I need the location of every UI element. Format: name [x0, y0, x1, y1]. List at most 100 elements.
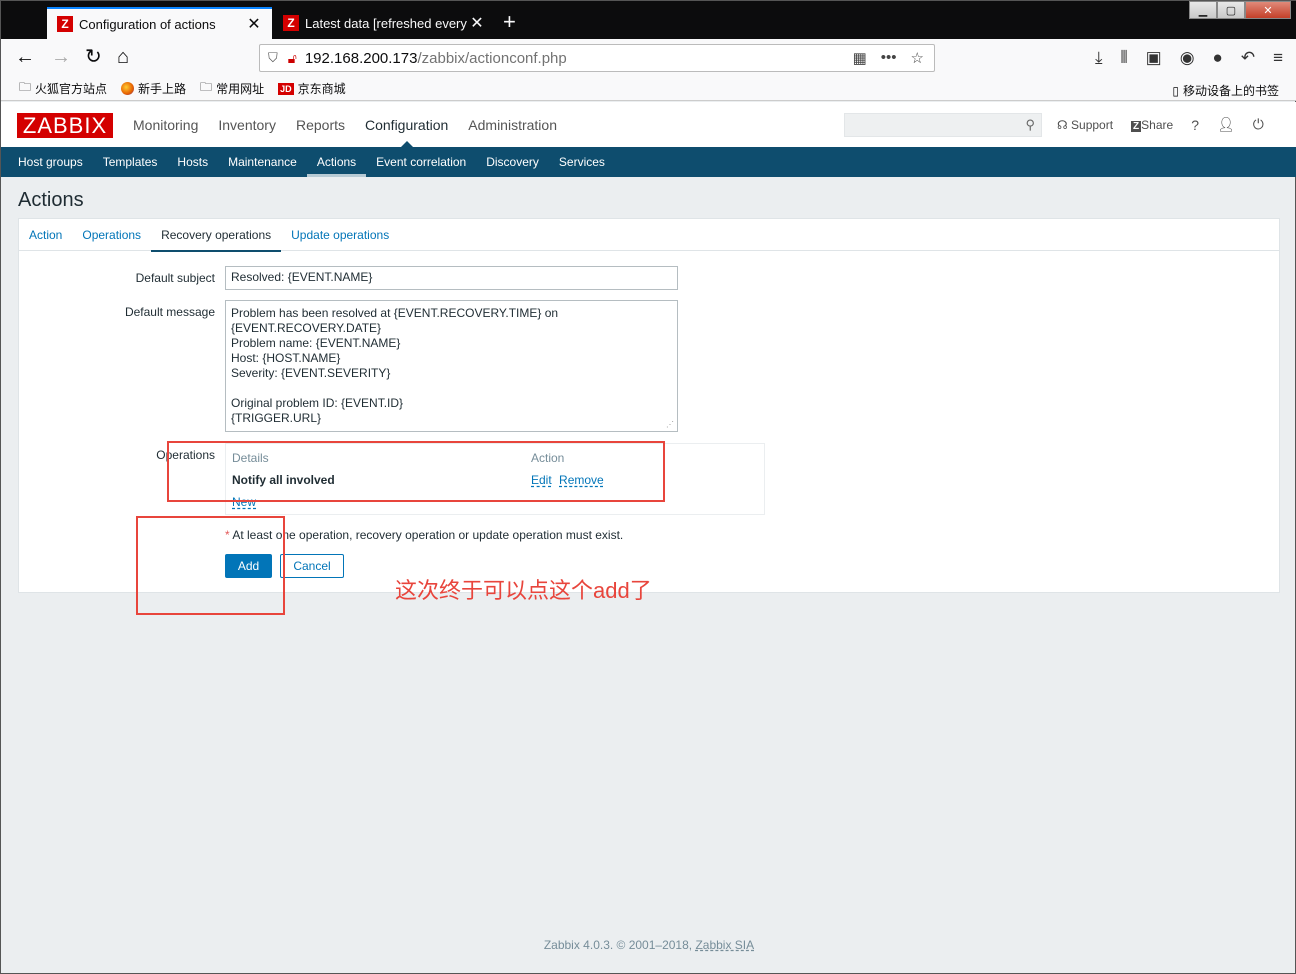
zabbix-header: ZABBIX Monitoring Inventory Reports Conf…	[1, 102, 1296, 147]
tab-title: Latest data [refreshed every	[305, 15, 467, 31]
share-link[interactable]: Z Share	[1131, 118, 1173, 132]
submenu-discovery[interactable]: Discovery	[476, 147, 549, 177]
submenu-hosts[interactable]: Hosts	[167, 147, 218, 177]
tab-action[interactable]: Action	[19, 219, 72, 251]
insecure-lock-icon[interactable]: 🔓︎	[288, 50, 297, 67]
library-icon[interactable]: ⫴	[1121, 48, 1128, 68]
bookmark-label: 移动设备上的书签	[1182, 84, 1279, 98]
bookmark-item[interactable]: 新手上路	[121, 80, 186, 97]
mobile-icon: ▯	[1172, 83, 1179, 98]
top-menu: Monitoring Inventory Reports Configurati…	[123, 102, 567, 147]
tab-operations[interactable]: Operations	[72, 219, 151, 251]
bookmark-label: 京东商城	[297, 82, 346, 96]
window-controls: ▁ ▢ ✕	[1189, 1, 1291, 19]
browser-tab-latest-data[interactable]: Z Latest data [refreshed every ✕	[273, 7, 495, 39]
bookmark-item[interactable]: 🗀 火狐官方站点	[19, 78, 107, 99]
cancel-button[interactable]: Cancel	[280, 554, 344, 578]
menu-monitoring[interactable]: Monitoring	[123, 102, 208, 147]
bookmark-label: 常用网址	[216, 82, 265, 96]
more-actions-icon[interactable]: •••	[881, 49, 897, 67]
tab-strip: Z Configuration of actions ✕ Z Latest da…	[1, 1, 1296, 39]
menu-icon[interactable]: ≡	[1273, 48, 1283, 68]
tab-update-operations[interactable]: Update operations	[281, 219, 399, 251]
home-icon[interactable]: ⌂	[117, 47, 129, 67]
submenu-host-groups[interactable]: Host groups	[8, 147, 93, 177]
user-profile-icon[interactable]: 👤︎	[1217, 116, 1235, 133]
search-icon[interactable]: ⚲	[1025, 117, 1035, 133]
bookmark-item[interactable]: 🗀 常用网址	[200, 78, 264, 99]
annotation-box-operations	[167, 441, 665, 502]
submenu-templates[interactable]: Templates	[93, 147, 168, 177]
close-icon[interactable]: ✕	[246, 14, 262, 34]
bookmark-label: 新手上路	[138, 82, 187, 96]
support-link[interactable]: ☊ Support	[1057, 118, 1113, 132]
default-message-label: Default message	[124, 305, 215, 319]
shield-icon[interactable]: ⛉	[268, 50, 278, 66]
qr-code-icon[interactable]: ▦	[853, 49, 867, 67]
jd-icon: JD	[278, 82, 294, 95]
account-icon[interactable]: ◉	[1180, 48, 1195, 68]
default-message-textarea[interactable]: Problem has been resolved at {EVENT.RECO…	[225, 300, 678, 432]
download-icon[interactable]: ⤓	[1095, 48, 1103, 68]
default-subject-input[interactable]: Resolved: {EVENT.NAME}	[225, 266, 678, 290]
undo-icon[interactable]: ↶	[1241, 48, 1255, 68]
submenu-actions[interactable]: Actions	[306, 147, 367, 177]
zabbix-favicon-icon: Z	[57, 16, 73, 32]
menu-inventory[interactable]: Inventory	[208, 102, 286, 147]
share-label: Share	[1141, 117, 1174, 132]
submenu-event-correlation[interactable]: Event correlation	[366, 147, 476, 177]
url-host: 192.168.200.173	[304, 49, 418, 67]
mobile-bookmarks[interactable]: ▯ 移动设备上的书签	[1172, 82, 1279, 99]
footer-text: Zabbix 4.0.3. © 2001–2018,	[543, 938, 696, 952]
zabbix-favicon-icon: Z	[283, 15, 299, 31]
page-title: Actions	[18, 189, 84, 211]
close-icon[interactable]: ✕	[469, 13, 485, 33]
search-input[interactable]: ⚲	[844, 113, 1042, 137]
tab-title: Configuration of actions	[79, 16, 216, 32]
minimize-icon[interactable]: ▁	[1189, 1, 1217, 19]
menu-configuration[interactable]: Configuration	[355, 102, 458, 147]
annotation-box-add	[136, 516, 285, 615]
sub-menu: Host groups Templates Hosts Maintenance …	[1, 147, 1296, 177]
footer-link[interactable]: Zabbix SIA	[695, 938, 754, 952]
bookmark-item[interactable]: JD 京东商城	[278, 80, 346, 97]
default-subject-label: Default subject	[135, 271, 215, 285]
bookmarks-bar: 🗀 火狐官方站点 新手上路 🗀 常用网址 JD 京东商城 ▯ 移动设备上的书签	[1, 77, 1296, 101]
browser-window: Z Configuration of actions ✕ Z Latest da…	[0, 0, 1296, 974]
form-tabs: Action Operations Recovery operations Up…	[19, 219, 1279, 252]
header-utilities: ☊ Support Z Share ? 👤︎ ⏻	[1057, 116, 1282, 133]
bookmark-label: 火狐官方站点	[35, 82, 108, 96]
back-arrow-icon[interactable]: ←	[15, 47, 35, 67]
support-label: Support	[1071, 117, 1114, 132]
window-close-icon[interactable]: ✕	[1245, 1, 1291, 19]
star-bookmark-icon[interactable]: ☆	[911, 49, 924, 67]
help-icon[interactable]: ?	[1191, 117, 1199, 133]
zabbix-logo[interactable]: ZABBIX	[17, 113, 113, 138]
chat-icon[interactable]: ●	[1213, 48, 1223, 68]
menu-administration[interactable]: Administration	[458, 102, 567, 147]
page-footer: Zabbix 4.0.3. © 2001–2018, Zabbix SIA	[1, 938, 1296, 952]
new-tab-plus-icon[interactable]: +	[503, 9, 516, 35]
folder-icon: 🗀	[200, 80, 213, 94]
menu-reports[interactable]: Reports	[286, 102, 355, 147]
firefox-icon	[121, 82, 135, 95]
reload-icon[interactable]: ↻	[85, 47, 102, 67]
forward-arrow-icon[interactable]: →	[51, 47, 71, 67]
sidebar-icon[interactable]: ▣	[1146, 48, 1162, 68]
folder-icon: 🗀	[19, 80, 32, 94]
url-path: /zabbix/actionconf.php	[417, 49, 567, 67]
resize-grip-icon[interactable]: ⋰	[666, 420, 674, 429]
required-note-text: At least one operation, recovery operati…	[232, 528, 624, 542]
annotation-text: 这次终于可以点这个add了	[395, 578, 652, 603]
tab-recovery-operations[interactable]: Recovery operations	[151, 219, 282, 252]
browser-tab-configuration[interactable]: Z Configuration of actions ✕	[47, 7, 272, 39]
toolbar-right: ⤓ ⫴ ▣ ◉ ● ↶ ≡	[1095, 48, 1283, 68]
headset-icon: ☊	[1057, 117, 1068, 132]
share-z-icon: Z	[1131, 120, 1142, 132]
maximize-icon[interactable]: ▢	[1217, 1, 1245, 19]
url-bar[interactable]: ⛉ 🔓︎ 192.168.200.173 /zabbix/actionconf.…	[259, 44, 935, 72]
navigation-toolbar: ← → ↻ ⌂ ⛉ 🔓︎ 192.168.200.173 /zabbix/act…	[1, 39, 1296, 77]
submenu-services[interactable]: Services	[549, 147, 615, 177]
sign-out-icon[interactable]: ⏻	[1253, 116, 1264, 133]
submenu-maintenance[interactable]: Maintenance	[218, 147, 307, 177]
